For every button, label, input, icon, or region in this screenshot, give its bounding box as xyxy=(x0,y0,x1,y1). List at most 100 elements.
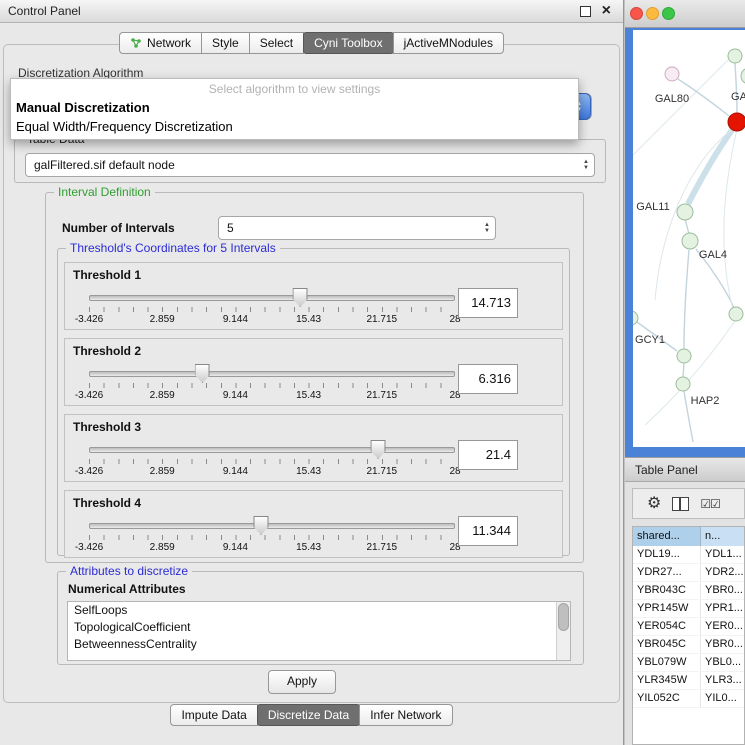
tab-discretize-data[interactable]: Discretize Data xyxy=(257,704,360,726)
panel-top-tabs: Network Style Select Cyni Toolbox jActiv… xyxy=(0,32,623,54)
slider-ticks xyxy=(89,383,455,388)
slider-tick-label: 21.715 xyxy=(367,390,398,401)
algorithm-placeholder-option[interactable]: Select algorithm to view settings xyxy=(11,79,578,98)
node-table: shared... n... YDL19...YDL1...YDR27...YD… xyxy=(632,526,745,745)
algorithm-dropdown-popup: Select algorithm to view settings Manual… xyxy=(10,78,579,140)
table-cell: YBR045C xyxy=(633,636,701,653)
interval-definition-group: Interval Definition Number of Intervals … xyxy=(45,192,584,563)
slider-tick-label: 2.859 xyxy=(150,466,175,477)
network-node[interactable] xyxy=(729,307,743,321)
close-traffic-light-icon[interactable] xyxy=(630,7,643,20)
stepper-arrows-icon: ▲▼ xyxy=(583,159,589,171)
list-scrollbar[interactable] xyxy=(556,602,570,660)
threshold-slider[interactable]: -3.4262.8599.14415.4321.71528 xyxy=(89,438,455,480)
columns-icon[interactable] xyxy=(672,497,689,511)
network-node[interactable] xyxy=(677,349,691,363)
attributes-group: Attributes to discretize Numerical Attri… xyxy=(57,571,584,665)
tab-style[interactable]: Style xyxy=(201,32,250,54)
attribute-list-item[interactable]: SelfLoops xyxy=(68,602,570,619)
control-panel: Control Panel × Network Style xyxy=(0,0,624,745)
table-cell: YIL0... xyxy=(701,690,744,707)
tab-select[interactable]: Select xyxy=(249,32,304,54)
table-row[interactable]: YBR045CYBR0... xyxy=(633,636,744,654)
table-row[interactable]: YDR27...YDR2... xyxy=(633,564,744,582)
attribute-list-item[interactable]: BetweennessCentrality xyxy=(68,636,570,653)
slider-tick-label: 9.144 xyxy=(223,466,248,477)
network-node[interactable] xyxy=(665,67,679,81)
float-window-icon[interactable] xyxy=(580,6,591,17)
threshold-value-field[interactable]: 21.4 xyxy=(458,440,518,470)
number-of-intervals-combobox[interactable]: 5 ▲▼ xyxy=(218,216,496,240)
tab-infer-network[interactable]: Infer Network xyxy=(359,704,452,726)
column-header-name[interactable]: n... xyxy=(701,527,744,546)
number-of-intervals-value: 5 xyxy=(227,217,234,239)
slider-thumb[interactable] xyxy=(195,364,210,383)
table-cell: YIL052C xyxy=(633,690,701,707)
table-row[interactable]: YDL19...YDL1... xyxy=(633,546,744,564)
close-icon[interactable]: × xyxy=(602,1,611,21)
table-data-combobox[interactable]: galFiltered.sif default node ▲▼ xyxy=(25,153,595,177)
threshold-slider[interactable]: -3.4262.8599.14415.4321.71528 xyxy=(89,362,455,404)
table-row[interactable]: YBL079WYBL0... xyxy=(633,654,744,672)
network-node-label: GCY1 xyxy=(635,334,665,346)
apply-button[interactable]: Apply xyxy=(268,670,336,694)
algorithm-option-equal-width[interactable]: Equal Width/Frequency Discretization xyxy=(11,117,578,136)
slider-tick-label: 15.43 xyxy=(296,390,321,401)
gear-icon[interactable]: ⚙ xyxy=(647,496,661,512)
network-edge xyxy=(655,130,731,300)
table-row[interactable]: YIL052CYIL0... xyxy=(633,690,744,708)
slider-tick-label: -3.426 xyxy=(75,466,103,477)
threshold-value-field[interactable]: 11.344 xyxy=(458,516,518,546)
table-cell: YBL0... xyxy=(701,654,744,671)
screen: Control Panel × Network Style xyxy=(0,0,745,745)
network-node-label: HAP2 xyxy=(691,395,720,407)
slider-thumb[interactable] xyxy=(254,516,269,535)
node-table-body: YDL19...YDL1...YDR27...YDR2...YBR043CYBR… xyxy=(633,546,744,708)
network-node[interactable] xyxy=(677,204,693,220)
network-node[interactable] xyxy=(741,68,745,84)
algorithm-option-manual[interactable]: Manual Discretization xyxy=(11,98,578,117)
network-node[interactable] xyxy=(682,233,698,249)
slider-thumb[interactable] xyxy=(293,288,308,307)
table-cell: YBL079W xyxy=(633,654,701,671)
tab-jactivemnodules[interactable]: jActiveMNodules xyxy=(393,32,504,54)
threshold-slider[interactable]: -3.4262.8599.14415.4321.71528 xyxy=(89,286,455,328)
tab-label: Impute Data xyxy=(181,708,246,722)
table-cell: YDL19... xyxy=(633,546,701,563)
table-row[interactable]: YLR345WYLR3... xyxy=(633,672,744,690)
table-data-group: Table Data galFiltered.sif default node … xyxy=(14,139,606,183)
table-cell: YER054C xyxy=(633,618,701,635)
table-row[interactable]: YPR145WYPR1... xyxy=(633,600,744,618)
slider-tick-labels: -3.4262.8599.14415.4321.71528 xyxy=(89,314,455,326)
table-row[interactable]: YER054CYER0... xyxy=(633,618,744,636)
network-edge xyxy=(684,250,689,349)
network-node[interactable] xyxy=(728,49,742,63)
network-icon xyxy=(130,37,142,49)
network-node[interactable] xyxy=(676,377,690,391)
slider-tick-label: 15.43 xyxy=(296,466,321,477)
tab-cyni-toolbox[interactable]: Cyni Toolbox xyxy=(303,32,393,54)
threshold-slider[interactable]: -3.4262.8599.14415.4321.71528 xyxy=(89,514,455,556)
minimize-traffic-light-icon[interactable] xyxy=(646,7,659,20)
tab-label: Discretize Data xyxy=(268,708,349,722)
network-canvas[interactable]: GAL80GAGAL11GAL4GCY1HAP2 xyxy=(633,30,745,447)
scrollbar-thumb[interactable] xyxy=(558,603,569,631)
panel-title: Control Panel xyxy=(8,0,81,22)
tab-label: Cyni Toolbox xyxy=(314,36,382,50)
table-row[interactable]: YBR043CYBR0... xyxy=(633,582,744,600)
tab-impute-data[interactable]: Impute Data xyxy=(170,704,257,726)
threshold-value-field[interactable]: 14.713 xyxy=(458,288,518,318)
select-all-checkbox-icon[interactable]: ☑☑ xyxy=(700,498,720,510)
zoom-traffic-light-icon[interactable] xyxy=(662,7,675,20)
attribute-list-item[interactable]: TopologicalCoefficient xyxy=(68,619,570,636)
network-node[interactable] xyxy=(728,113,745,131)
threshold-value-field[interactable]: 6.316 xyxy=(458,364,518,394)
network-node-label: GAL80 xyxy=(655,93,689,105)
threshold-panel: Threshold 1 -3.4262.8599.14415.4321.7152… xyxy=(64,262,563,330)
numerical-attributes-list[interactable]: SelfLoopsTopologicalCoefficientBetweenne… xyxy=(67,601,571,661)
slider-thumb[interactable] xyxy=(371,440,386,459)
slider-tick-label: 21.715 xyxy=(367,314,398,325)
table-panel-titlebar: Table Panel xyxy=(625,457,745,482)
column-header-shared[interactable]: shared... xyxy=(633,527,701,546)
tab-network[interactable]: Network xyxy=(119,32,202,54)
